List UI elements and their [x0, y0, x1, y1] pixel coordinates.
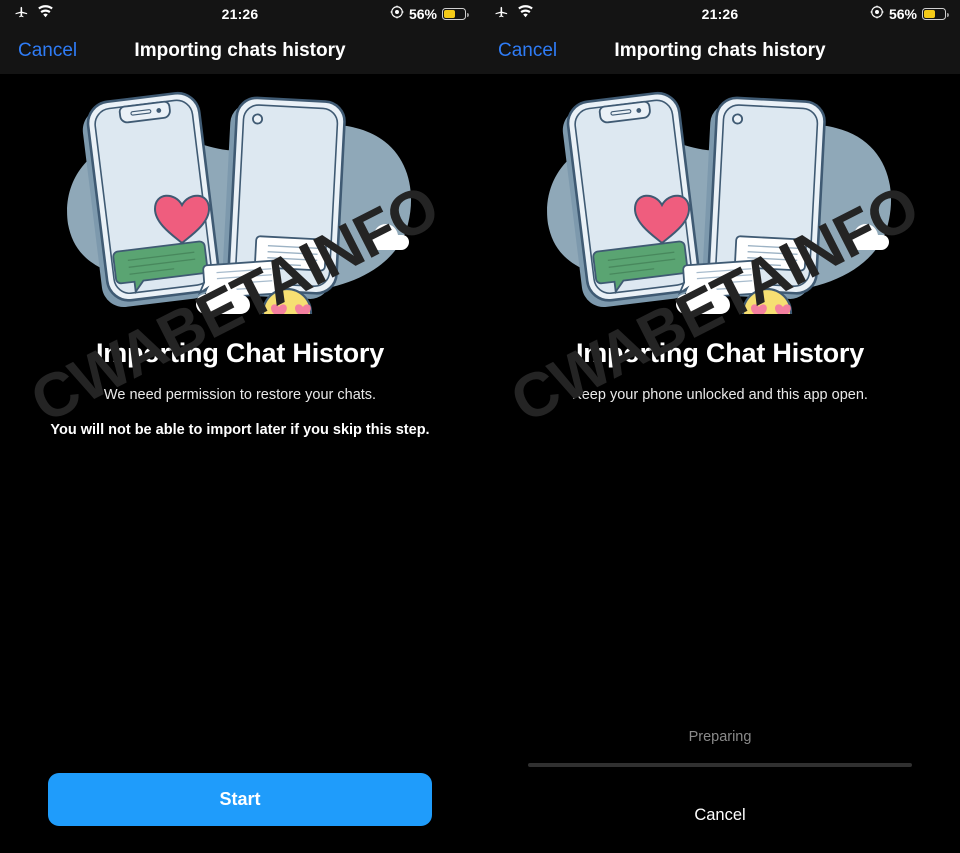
status-bar-right-icons: 56% [390, 5, 469, 24]
status-bar-left: 21:26 56% [0, 0, 480, 28]
page-title: Importing Chat History [95, 338, 385, 368]
status-bar-right: 21:26 56% [480, 0, 960, 28]
battery-percentage: 56% [408, 6, 437, 22]
nav-bar-left: Cancel Importing chats history [0, 28, 480, 74]
wifi-icon [517, 5, 534, 23]
progress-bar [528, 763, 912, 767]
content-permission-step: Importing Chat History We need permissio… [0, 74, 480, 853]
status-bar-left-icons [14, 4, 54, 24]
panel-permission-step: 21:26 56% Cancel Importing chats history [0, 0, 480, 853]
airplane-icon [14, 4, 29, 24]
battery-icon [922, 8, 949, 20]
battery-icon [442, 8, 469, 20]
page-warning-text: You will not be able to import later if … [50, 422, 430, 438]
airplane-icon [494, 4, 509, 24]
import-progress-group: Preparing Cancel [528, 729, 912, 825]
cancel-import-button[interactable]: Cancel [528, 806, 912, 825]
wifi-icon [37, 5, 54, 23]
start-button[interactable]: Start [48, 773, 432, 826]
content-progress-step: Importing Chat History Keep your phone u… [480, 74, 960, 853]
location-services-icon [390, 5, 404, 24]
nav-bar-right: Cancel Importing chats history [480, 28, 960, 74]
nav-cancel-button[interactable]: Cancel [480, 40, 557, 62]
status-bar-right-right-icons: 56% [870, 5, 949, 24]
location-services-icon [870, 5, 884, 24]
chat-transfer-illustration-left [67, 91, 412, 314]
page-title: Importing Chat History [575, 338, 865, 368]
panel-progress-step: 21:26 56% Cancel Importing chats history [480, 0, 960, 853]
chat-transfer-illustration-right [547, 91, 892, 314]
page-subtitle: We need permission to restore your chats… [103, 387, 377, 403]
nav-cancel-button[interactable]: Cancel [0, 40, 77, 62]
status-bar-right-left-icons [494, 4, 534, 24]
page-subtitle: Keep your phone unlocked and this app op… [572, 387, 868, 403]
progress-status-label: Preparing [688, 729, 752, 745]
battery-percentage: 56% [888, 6, 917, 22]
dual-screenshot-container: 21:26 56% Cancel Importing chats history [0, 0, 960, 853]
